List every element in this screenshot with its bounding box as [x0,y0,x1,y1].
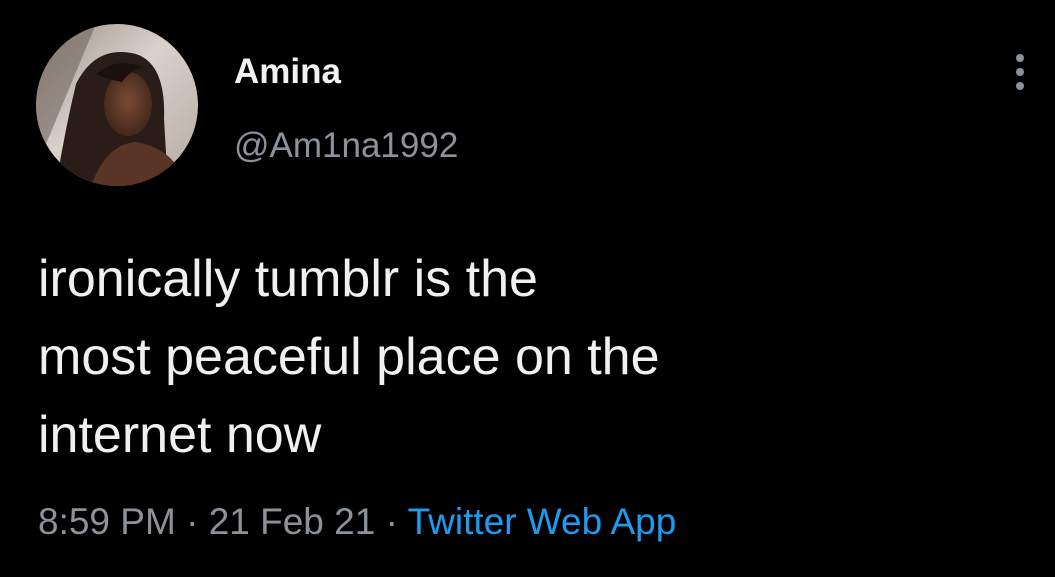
meta-separator: · [385,501,398,542]
tweet-text-line: most peaceful place on the [38,328,660,386]
display-name[interactable]: Amina [234,52,341,92]
avatar[interactable] [36,24,198,186]
menu-dot [1016,82,1024,90]
menu-dot [1016,54,1024,62]
menu-dot [1016,68,1024,76]
tweet-metadata: 8:59 PM · 21 Feb 21 · Twitter Web App [38,500,676,544]
more-options-icon[interactable] [1006,50,1034,94]
tweet-source-link[interactable]: Twitter Web App [408,501,677,542]
tweet-time[interactable]: 8:59 PM [38,501,176,542]
tweet-text-line: ironically tumblr is the [38,250,538,308]
avatar-photo-icon [36,24,198,186]
meta-separator: · [186,501,199,542]
tweet-text: ironically tumblr is the most peaceful p… [38,240,1018,474]
tweet-date[interactable]: 21 Feb 21 [209,501,376,542]
user-handle[interactable]: @Am1na1992 [234,126,458,166]
tweet-card: Amina @Am1na1992 ironically tumblr is th… [0,0,1055,577]
tweet-text-line: internet now [38,406,322,464]
